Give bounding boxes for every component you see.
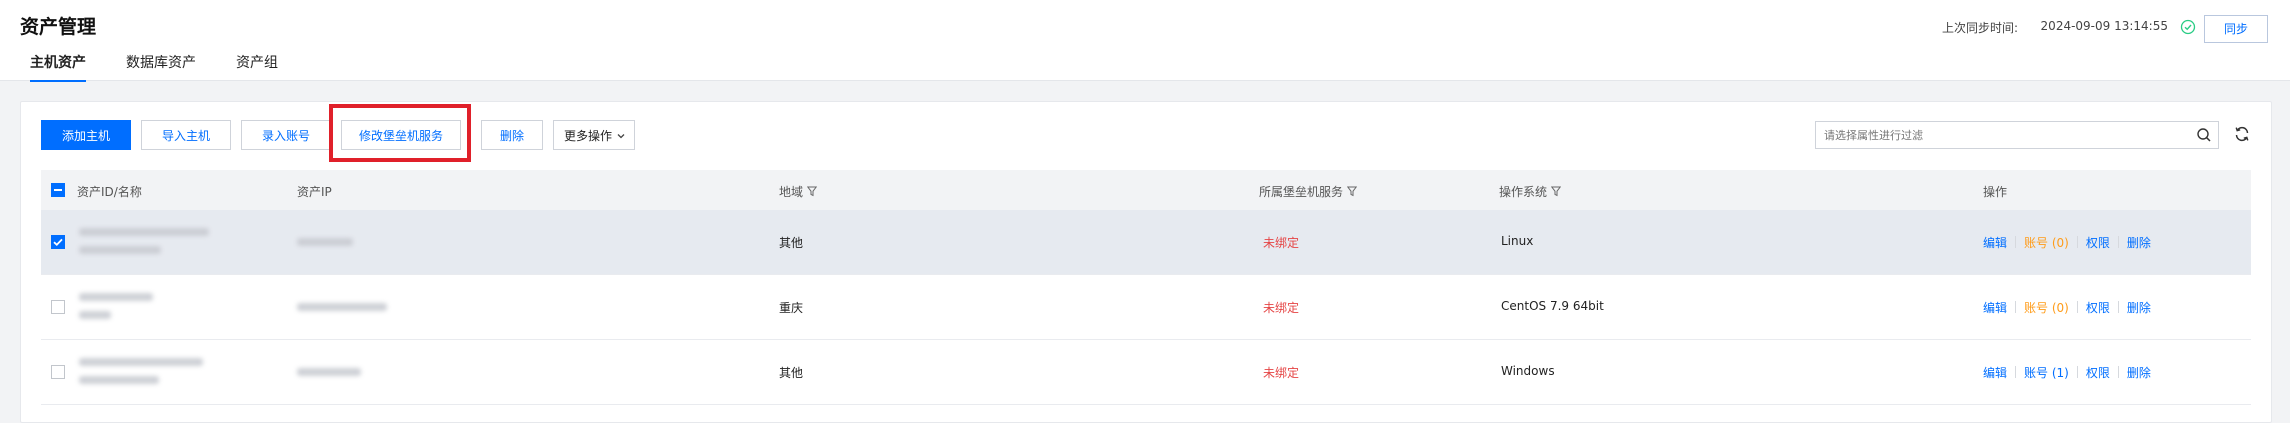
- row-operations: 编辑 账号 (1) 权限 删除: [1983, 364, 2151, 380]
- sync-label: 上次同步时间:: [1941, 21, 2018, 35]
- delete-button[interactable]: 删除: [481, 120, 543, 150]
- row-checkbox[interactable]: [51, 300, 65, 314]
- column-asset-id-name: 资产ID/名称: [77, 185, 142, 199]
- asset-ip-redacted: [297, 238, 353, 246]
- column-os[interactable]: 操作系统: [1499, 183, 1562, 200]
- add-host-button[interactable]: 添加主机: [41, 120, 131, 150]
- bastion-service-cell: 未绑定: [1263, 236, 1300, 250]
- separator: [2076, 236, 2078, 248]
- row-checkbox[interactable]: [51, 235, 65, 249]
- delete-link[interactable]: 删除: [2127, 301, 2151, 315]
- separator: [2076, 301, 2078, 313]
- tab-host-assets[interactable]: 主机资产: [30, 52, 86, 82]
- delete-link[interactable]: 删除: [2127, 236, 2151, 250]
- chevron-down-icon: [617, 134, 625, 139]
- asset-id-redacted: [79, 293, 153, 301]
- edit-link[interactable]: 编辑: [1983, 236, 2007, 250]
- page-header: 资产管理 主机资产 数据库资产 资产组 上次同步时间: 2024-09-09 1…: [0, 0, 2290, 82]
- edit-link[interactable]: 编辑: [1983, 301, 2007, 315]
- os-cell: Windows: [1501, 364, 1555, 378]
- filter-search-input[interactable]: [1816, 122, 2192, 148]
- filter-icon[interactable]: [807, 186, 818, 197]
- table-row: 其他 未绑定 Windows 编辑 账号 (1) 权限 删除: [41, 340, 2251, 405]
- filter-icon[interactable]: [1347, 186, 1358, 197]
- separator: [2015, 301, 2017, 313]
- permission-link[interactable]: 权限: [2086, 236, 2110, 250]
- checkmark-icon: [53, 238, 63, 247]
- select-all-checkbox[interactable]: [51, 183, 65, 197]
- account-link[interactable]: 账号 (0): [2024, 236, 2069, 250]
- permission-link[interactable]: 权限: [2086, 366, 2110, 380]
- more-ops-label: 更多操作: [564, 129, 613, 143]
- region-cell: 其他: [779, 236, 804, 250]
- page-title: 资产管理: [20, 16, 97, 38]
- separator: [2015, 366, 2017, 378]
- table-header: 资产ID/名称 资产IP 地域 所属堡垒机服务 操作系统 操作: [41, 170, 2251, 210]
- region-cell: 重庆: [779, 301, 804, 315]
- asset-id-redacted: [79, 358, 203, 366]
- os-cell: Linux: [1501, 234, 1534, 248]
- row-checkbox[interactable]: [51, 365, 65, 379]
- column-asset-ip: 资产IP: [297, 185, 332, 199]
- separator: [2117, 366, 2119, 378]
- separator: [2117, 236, 2119, 248]
- bastion-service-cell: 未绑定: [1263, 366, 1300, 380]
- import-host-button[interactable]: 导入主机: [141, 120, 231, 150]
- more-ops-dropdown[interactable]: 更多操作: [553, 120, 635, 150]
- asset-ip-redacted: [297, 303, 387, 311]
- column-operations: 操作: [1983, 185, 2008, 199]
- sync-area: 上次同步时间: 2024-09-09 13:14:55 同步: [1808, 15, 2268, 43]
- filter-icon[interactable]: [1551, 186, 1562, 197]
- os-cell: CentOS 7.9 64bit: [1501, 299, 1604, 313]
- account-link[interactable]: 账号 (0): [2024, 301, 2069, 315]
- tab-database-assets[interactable]: 数据库资产: [126, 52, 196, 80]
- table-row: 其他 未绑定 Linux 编辑 账号 (0) 权限 删除: [41, 210, 2251, 275]
- asset-name-redacted: [79, 376, 159, 384]
- separator: [2015, 236, 2017, 248]
- asset-ip-redacted: [297, 368, 361, 376]
- column-os-label: 操作系统: [1499, 185, 1548, 199]
- asset-name-redacted: [79, 246, 161, 254]
- column-bastion-service-label: 所属堡垒机服务: [1259, 185, 1344, 199]
- column-bastion-service[interactable]: 所属堡垒机服务: [1259, 183, 1358, 200]
- tab-asset-groups[interactable]: 资产组: [236, 52, 278, 80]
- column-region-label: 地域: [779, 185, 804, 199]
- asset-name-redacted: [79, 311, 111, 319]
- table-row: 重庆 未绑定 CentOS 7.9 64bit 编辑 账号 (0) 权限 删除: [41, 275, 2251, 340]
- modify-bastion-service-button[interactable]: 修改堡垒机服务: [341, 120, 461, 150]
- filter-search[interactable]: [1815, 121, 2219, 149]
- refresh-icon[interactable]: [2233, 125, 2251, 143]
- asset-id-redacted: [79, 228, 209, 236]
- sync-button[interactable]: 同步: [2204, 15, 2268, 43]
- column-region[interactable]: 地域: [779, 183, 818, 200]
- bastion-service-cell: 未绑定: [1263, 301, 1300, 315]
- enter-account-button[interactable]: 录入账号: [241, 120, 331, 150]
- row-operations: 编辑 账号 (0) 权限 删除: [1983, 299, 2151, 315]
- delete-link[interactable]: 删除: [2127, 366, 2151, 380]
- separator: [2076, 366, 2078, 378]
- asset-panel: 添加主机 导入主机 录入账号 修改堡垒机服务 删除 更多操作 资产ID/名称 资…: [20, 101, 2272, 423]
- search-icon[interactable]: [2196, 127, 2212, 143]
- region-cell: 其他: [779, 366, 804, 380]
- check-circle-icon: [2180, 19, 2196, 35]
- account-link[interactable]: 账号 (1): [2024, 366, 2069, 380]
- permission-link[interactable]: 权限: [2086, 301, 2110, 315]
- edit-link[interactable]: 编辑: [1983, 366, 2007, 380]
- sync-time: 2024-09-09 13:14:55: [2040, 19, 2168, 33]
- row-operations: 编辑 账号 (0) 权限 删除: [1983, 234, 2151, 250]
- separator: [2117, 301, 2119, 313]
